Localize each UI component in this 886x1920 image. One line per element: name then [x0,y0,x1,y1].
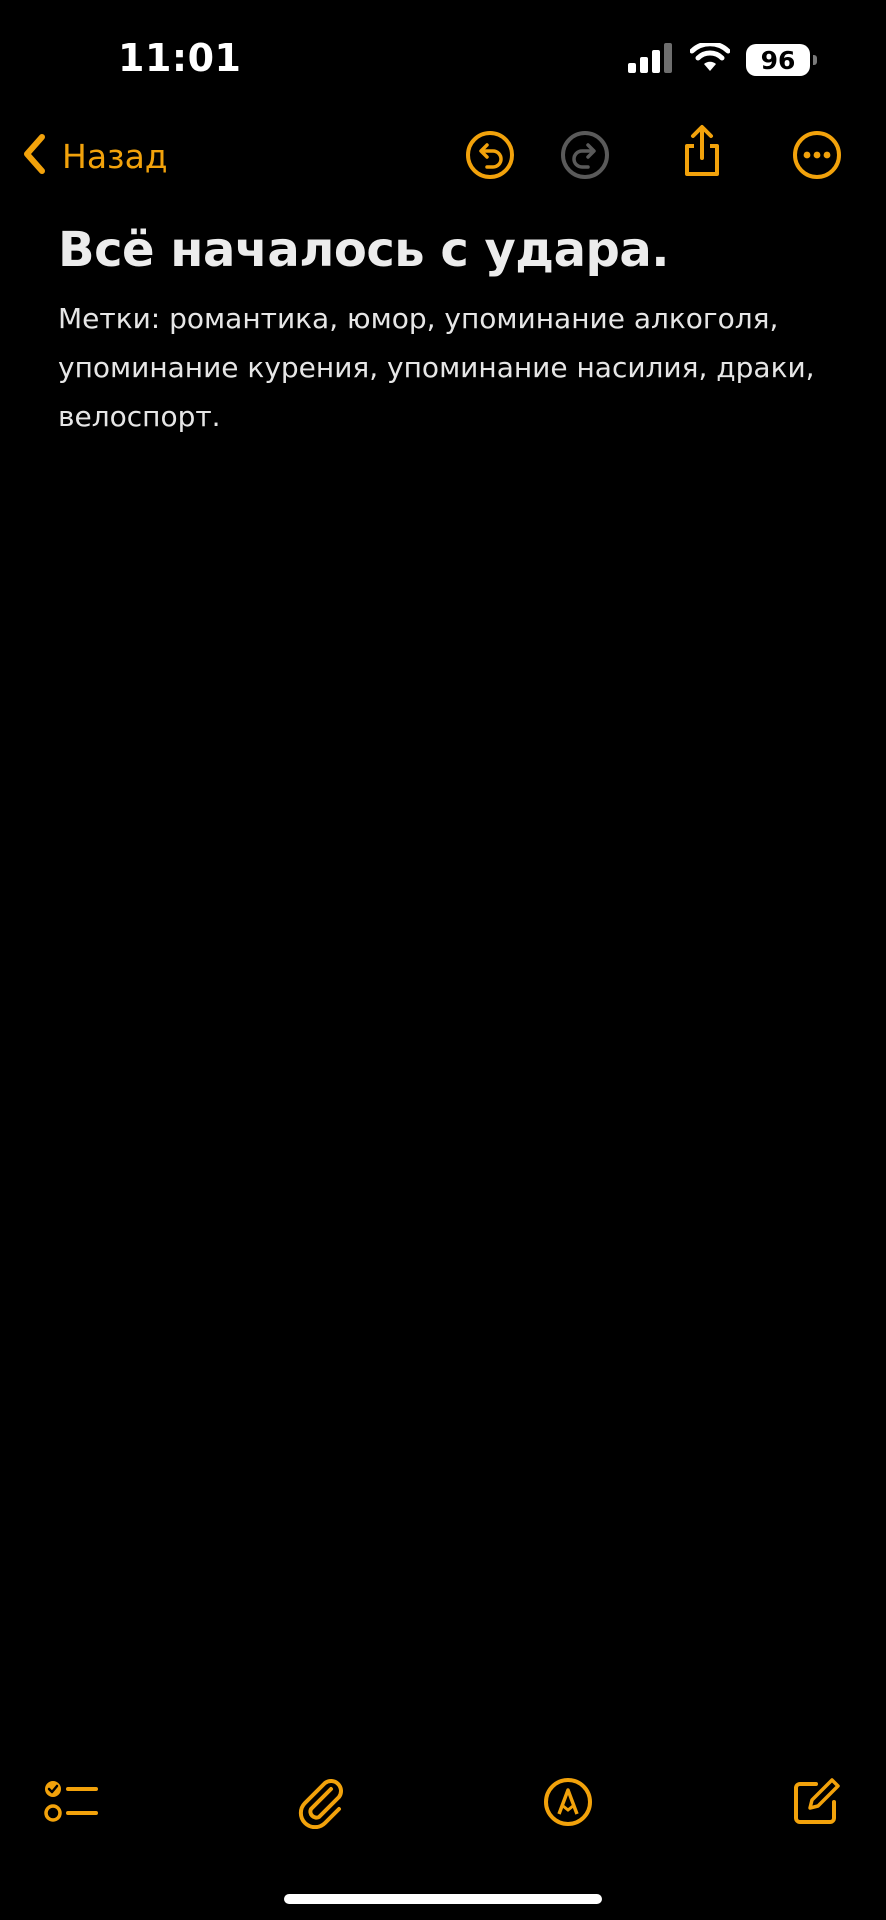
battery-tip [813,55,817,65]
checklist-icon [44,1777,100,1832]
note-content[interactable]: Всё началось с удара. Метки: романтика, … [58,220,838,441]
cellular-signal-icon [628,42,674,78]
more-icon [792,130,842,185]
markup-button[interactable] [538,1774,598,1834]
status-indicators: 96 [628,40,817,80]
status-bar: 11:01 96 [0,0,886,120]
attachment-button[interactable] [292,1774,352,1834]
note-title[interactable]: Всё началось с удара. [58,220,838,280]
attachment-icon [297,1775,347,1834]
undo-button[interactable] [465,130,515,185]
chevron-left-icon [22,133,48,180]
back-button[interactable]: Назад [22,128,168,184]
bottom-toolbar [0,1770,886,1840]
redo-button[interactable] [560,130,610,185]
compose-button[interactable] [786,1774,846,1834]
status-time: 11:01 [118,36,242,80]
home-indicator[interactable] [284,1894,602,1904]
checklist-button[interactable] [42,1774,102,1834]
more-button[interactable] [792,130,842,185]
battery-level: 96 [760,45,796,75]
nav-bar: Назад [0,120,886,192]
share-button[interactable] [677,124,727,178]
back-label: Назад [62,136,168,176]
compose-icon [790,1776,842,1833]
wifi-icon [689,40,731,78]
undo-icon [465,130,515,185]
note-body[interactable]: Метки: романтика, юмор, упоминание алког… [58,294,838,441]
battery-icon: 96 [746,44,817,76]
redo-icon [560,130,610,185]
share-icon [677,124,727,183]
markup-icon [542,1776,594,1833]
